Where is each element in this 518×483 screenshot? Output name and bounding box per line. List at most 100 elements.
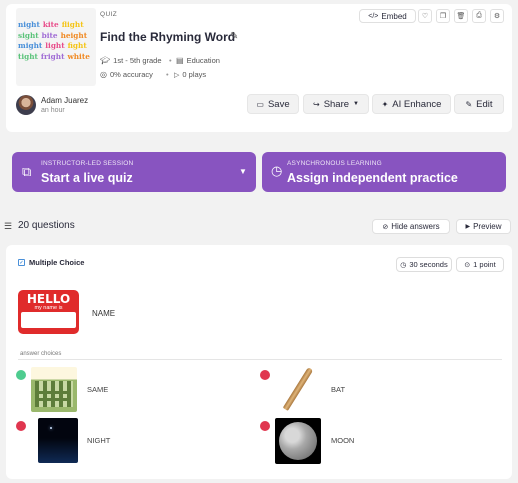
correct-indicator — [16, 370, 26, 380]
live-session-title: Start a live quiz — [41, 171, 133, 185]
thumbnail-word: tight — [18, 51, 38, 61]
incorrect-indicator — [16, 421, 26, 431]
edit-button[interactable]: ✎ Edit — [454, 94, 504, 114]
thumbnail-word: bite — [41, 30, 58, 40]
copy-button[interactable]: ❐ — [436, 9, 450, 23]
sparkle-icon: ✦ — [381, 99, 389, 109]
points-label: 1 point — [473, 260, 496, 269]
save-button[interactable]: ▭ Save — [247, 94, 299, 114]
live-session-label: INSTRUCTOR-LED SESSION — [41, 160, 134, 167]
trash-icon: 🗑︎ — [456, 13, 466, 20]
assign-practice-button[interactable]: ◷ ASYNCHRONOUS LEARNING Assign independe… — [262, 152, 506, 192]
edit-label: Edit — [476, 98, 493, 110]
accuracy-icon: ◎ — [100, 70, 107, 79]
question-count: 20 questions — [18, 220, 75, 231]
preview-label: Preview — [473, 222, 502, 231]
pencil-icon: ✎ — [465, 99, 473, 109]
moon-choice-image — [275, 418, 321, 464]
heart-icon: ♡ — [421, 13, 429, 20]
clock-icon: ◷ — [400, 261, 407, 269]
question-card: ✓ Multiple Choice ◷ 30 seconds ⊙ 1 point… — [6, 245, 512, 479]
time-limit-label: 30 seconds — [409, 260, 448, 269]
plays-text: 0 plays — [182, 70, 207, 79]
meta-separator: • — [166, 70, 169, 79]
subject-meta: ▤ Education — [176, 56, 220, 65]
embed-button[interactable]: </> Embed — [359, 9, 416, 23]
points-badge[interactable]: ⊙ 1 point — [456, 257, 504, 272]
edit-title-pencil-icon[interactable]: ✎ — [230, 31, 238, 42]
question-prompt: NAME — [92, 309, 116, 318]
question-type: ✓ Multiple Choice — [18, 258, 84, 267]
async-learning-label: ASYNCHRONOUS LEARNING — [287, 160, 382, 167]
hello-tag-blank — [21, 312, 76, 328]
thumbnail-word: flight — [61, 20, 84, 29]
thumbnail-word: sight — [18, 30, 39, 40]
hello-tag-title: HELLO — [26, 292, 71, 306]
save-label: Save — [267, 98, 290, 110]
plays-meta: ▷ 0 plays — [174, 70, 206, 79]
print-button[interactable]: ⎙ — [472, 9, 486, 23]
ai-enhance-button[interactable]: ✦ AI Enhance — [372, 94, 451, 114]
like-button[interactable]: ♡ — [418, 9, 432, 23]
author-name[interactable]: Adam Juarez — [41, 96, 88, 105]
printer-icon: ⎙ — [476, 12, 482, 19]
thumbnail-word: light — [45, 41, 65, 50]
grade-text: 1st - 5th grade — [113, 56, 162, 65]
async-learning-title: Assign independent practice — [287, 171, 458, 185]
question-list-icon: ☰ — [4, 221, 13, 231]
gear-icon: ⚙ — [493, 13, 501, 20]
hello-name-tag-image: HELLO my name is — [18, 290, 79, 334]
thumbnail-word: height — [60, 30, 88, 40]
copy-icon: ❐ — [439, 13, 447, 20]
share-label: Share — [323, 98, 350, 110]
accuracy-meta: ◎ 0% accuracy — [100, 70, 153, 79]
folder-icon: ▭ — [256, 99, 264, 109]
hide-answers-button[interactable]: ⊘ Hide answers — [372, 219, 450, 234]
answer-divider — [18, 359, 502, 360]
share-button[interactable]: ↪ Share ▼ — [303, 94, 369, 114]
clock-icon: ◷ — [271, 163, 283, 178]
same-choice-image — [31, 367, 77, 412]
graduation-cap-icon: 🎓︎ — [100, 56, 111, 65]
time-limit-badge[interactable]: ◷ 30 seconds — [396, 257, 452, 272]
author-time: an hour — [41, 107, 65, 114]
presenter-icon: ⧉ — [22, 164, 32, 179]
thumbnail-word: fight — [67, 41, 87, 50]
thumbnail-words: night kite flight sight bite height might light… — [18, 20, 94, 62]
play-icon: ▶ — [465, 224, 471, 230]
hide-answers-label: Hide answers — [391, 222, 440, 231]
delete-button[interactable]: 🗑︎ — [454, 9, 468, 23]
thumbnail-word: white — [67, 51, 90, 61]
thumbnail-word: fright — [40, 51, 65, 61]
choice-label-moon: MOON — [331, 436, 355, 445]
settings-button[interactable]: ⚙ — [490, 9, 504, 23]
thumbnail-word-row: sight bite height — [18, 31, 94, 42]
hello-tag-subtitle: my name is — [34, 305, 63, 311]
thumbnail-word: might — [18, 41, 43, 50]
grade-meta: 🎓︎ 1st - 5th grade — [100, 56, 162, 65]
thumbnail-word-row: might light fight — [18, 41, 94, 52]
checkbox-icon: ✓ — [18, 259, 25, 266]
thumbnail-word-row: night kite flight — [18, 20, 94, 31]
code-icon: </> — [368, 12, 379, 20]
eye-off-icon: ⊘ — [382, 223, 389, 231]
quiz-header-card: night kite flight sight bite height might light… — [6, 4, 512, 132]
preview-button[interactable]: ▶ Preview — [456, 219, 511, 234]
embed-label: Embed — [381, 11, 407, 21]
thumbnail-word: kite — [42, 20, 59, 29]
thumbnail-word: night — [18, 20, 40, 29]
night-choice-image — [38, 418, 78, 463]
avatar — [16, 95, 36, 115]
quiz-thumbnail: night kite flight sight bite height might light… — [16, 8, 96, 86]
choice-label-night: NIGHT — [87, 436, 111, 445]
incorrect-indicator — [260, 370, 270, 380]
thumbnail-word-row: tight fright white — [18, 52, 94, 63]
ai-enhance-label: AI Enhance — [392, 98, 442, 110]
start-live-quiz-button[interactable]: ⧉ INSTRUCTOR-LED SESSION Start a live qu… — [12, 152, 256, 192]
share-icon: ↪ — [312, 99, 320, 109]
bat-choice-image — [275, 367, 321, 412]
quiz-type-label: QUIZ — [100, 11, 118, 18]
caret-down-icon: ▼ — [353, 101, 359, 107]
meta-separator: • — [169, 56, 172, 65]
chevron-down-icon[interactable]: ▼ — [239, 167, 247, 176]
